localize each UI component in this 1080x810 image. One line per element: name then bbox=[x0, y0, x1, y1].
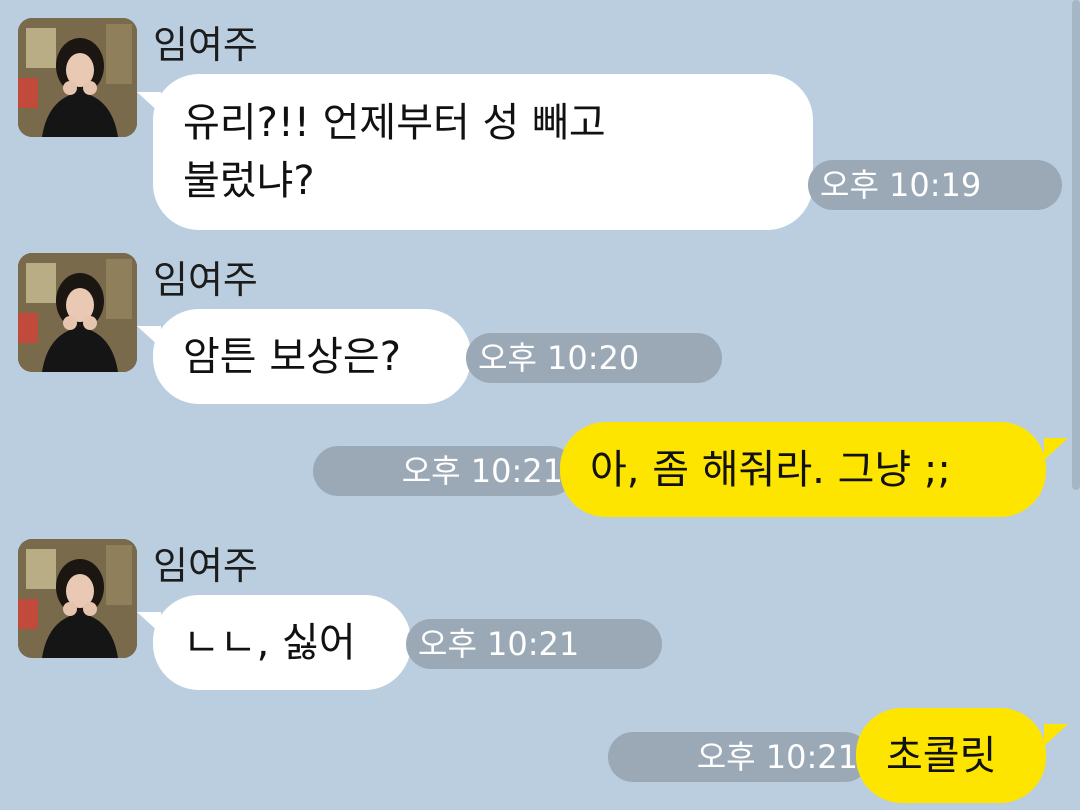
message-bubble[interactable]: 암튼 보상은? bbox=[153, 309, 471, 404]
sender-name: 임여주 bbox=[153, 544, 258, 588]
message-text: 아, 좀 해줘라. 그냥 ;; bbox=[590, 446, 951, 493]
message-text: 초콜릿 bbox=[886, 732, 997, 779]
sender-name: 임여주 bbox=[153, 23, 258, 67]
timestamp: 오후 10:20 bbox=[466, 333, 722, 383]
sender-name: 임여주 bbox=[153, 258, 258, 302]
message-text: 유리?!! 언제부터 성 빼고 bbox=[183, 100, 606, 146]
timestamp: 오후 10:19 bbox=[808, 160, 1062, 210]
timestamp: 오후 10:21 bbox=[608, 732, 870, 782]
timestamp: 오후 10:21 bbox=[406, 619, 662, 669]
message-text: 불렀냐? bbox=[183, 158, 315, 204]
avatar[interactable] bbox=[18, 539, 137, 658]
profile-photo-icon bbox=[18, 253, 137, 372]
scrollbar[interactable] bbox=[1072, 0, 1080, 490]
profile-photo-icon bbox=[18, 18, 137, 137]
message-text: 암튼 보상은? bbox=[183, 333, 401, 380]
message-text: ㄴㄴ, 싫어 bbox=[183, 619, 356, 666]
bubble-tail bbox=[1044, 724, 1068, 746]
my-message-bubble[interactable]: 초콜릿 bbox=[856, 708, 1046, 803]
profile-photo-icon bbox=[18, 539, 137, 658]
message-bubble[interactable]: 유리?!! 언제부터 성 빼고 불렀냐? bbox=[153, 74, 813, 230]
my-message-bubble[interactable]: 아, 좀 해줘라. 그냥 ;; bbox=[560, 422, 1046, 517]
avatar[interactable] bbox=[18, 253, 137, 372]
timestamp: 오후 10:21 bbox=[313, 446, 575, 496]
bubble-tail bbox=[1044, 438, 1068, 460]
avatar[interactable] bbox=[18, 18, 137, 137]
message-bubble[interactable]: ㄴㄴ, 싫어 bbox=[153, 595, 411, 690]
